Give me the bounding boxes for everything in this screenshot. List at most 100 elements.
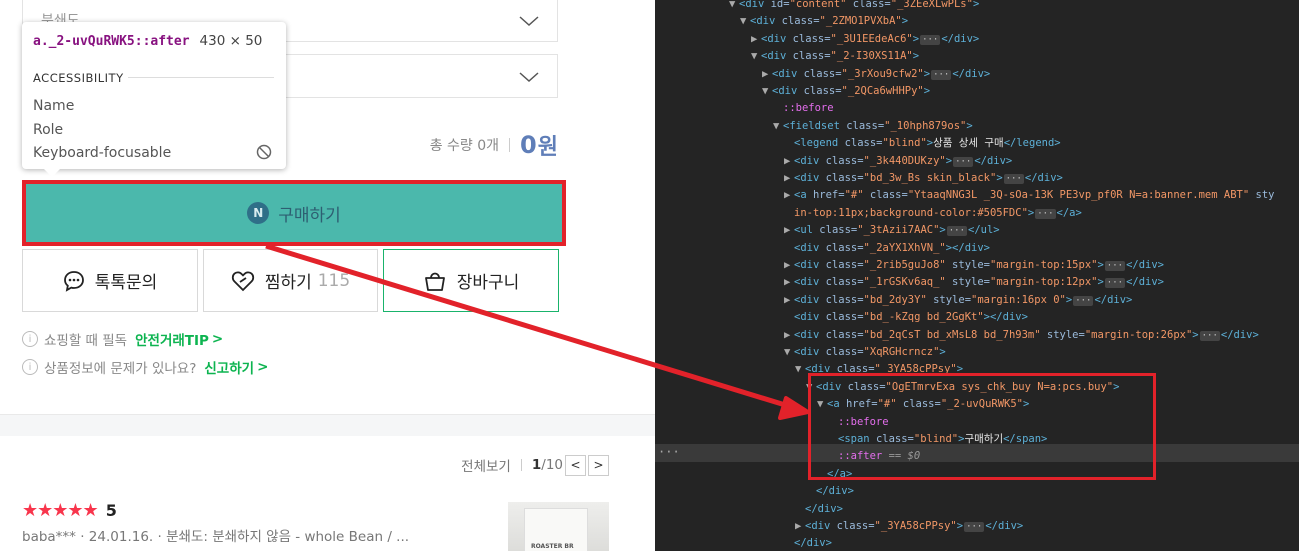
collapsed-children-icon[interactable]: ··· [1104, 278, 1126, 289]
tooltip-selector: a._2-uvQuRWK5::after [33, 34, 190, 49]
dom-token: > [923, 67, 931, 80]
view-all-link[interactable]: 전체보기 [461, 455, 511, 475]
dom-node-line[interactable]: <div class="_2aYX1XhVN_"></div> [784, 240, 990, 257]
expanded-triangle-icon[interactable]: ▼ [784, 344, 794, 361]
dom-node-line[interactable]: ▶ <div class="bd_3w_Bs skin_black"> ··· </d… [784, 170, 1063, 187]
total-pages: /10 [541, 457, 563, 473]
dom-node-line[interactable]: ▼ <div class="_2ZMO1PVXbA"> [740, 13, 908, 30]
dom-token: "margin-top:12px" [990, 276, 1098, 289]
expanded-triangle-icon[interactable]: ▼ [729, 0, 739, 13]
node-actions-icon[interactable]: ··· [658, 445, 680, 459]
dom-token: </div> [1126, 276, 1164, 289]
dom-token: "_2-I30XS11A" [830, 50, 913, 63]
chevron-right-icon: > [257, 359, 269, 375]
expanded-triangle-icon[interactable]: ▼ [795, 361, 805, 378]
dom-token: > [972, 0, 980, 10]
dom-token: class= [825, 311, 864, 324]
dom-node-line[interactable]: in-top:11px;background-color:#505FDC"> ··… [784, 205, 1082, 222]
dom-token: </div> [974, 154, 1013, 167]
collapsed-children-icon[interactable]: ··· [1104, 261, 1126, 271]
dom-node-line[interactable]: ▶ <div class="_3rXou9cfw2"> ··· </div> [762, 66, 990, 83]
dom-node-line[interactable]: </div> [784, 535, 832, 551]
dom-node-line[interactable]: ▼ <div class="XqRGHcrncz"> [784, 344, 946, 361]
collapsed-children-icon[interactable]: ··· [1035, 208, 1056, 219]
dom-node-line[interactable]: ▶ <div class="_3YA58cPPsy"> ··· </div> [795, 518, 1023, 535]
dom-token: "bd_3w_Bs skin_black" [863, 172, 997, 184]
talktalk-inquiry-button[interactable]: 톡톡문의 [22, 249, 198, 312]
collapsed-children-icon[interactable]: ··· [946, 226, 968, 237]
collapsed-children-icon[interactable]: ··· [1003, 174, 1024, 184]
divider [509, 138, 511, 152]
buy-button-label: 구매하기 [278, 205, 341, 226]
buy-button[interactable]: N 구매하기 [26, 184, 562, 242]
expanded-triangle-icon[interactable]: ▼ [751, 48, 761, 65]
cart-button[interactable]: 장바구니 [383, 249, 559, 312]
next-page-button[interactable]: > [588, 454, 609, 476]
dom-token: class= [863, 189, 908, 202]
collapsed-triangle-icon[interactable]: ▶ [784, 292, 794, 309]
dom-node-line[interactable]: ▼ <fieldset class="_10hph879os"> [773, 118, 973, 135]
wishlist-count: 115 [317, 270, 351, 291]
dom-node-line[interactable]: </div> [806, 483, 854, 500]
dom-node-line[interactable]: ▶ <div class="bd_2qCsT bd_xMsL8 bd_7h93m"… [784, 327, 1259, 344]
expanded-triangle-icon[interactable]: ▼ [740, 13, 750, 30]
dom-token: > [1097, 276, 1104, 289]
review-photo[interactable]: ROASTER BR [508, 502, 609, 551]
dom-node-line[interactable]: ▶ <div class="_3U1EEdeAc6"> ··· </div> [751, 31, 979, 48]
dom-node-line[interactable]: ▶ <a href="#" class="YtaaqNNG3L _3Q-sOa-1… [784, 187, 1274, 204]
dom-node-line[interactable]: ▶ <div class="_3k440DUKzy"> ··· </div> [784, 153, 1012, 170]
collapsed-triangle-icon[interactable]: ▶ [784, 327, 794, 344]
collapsed-triangle-icon[interactable]: ▶ [751, 31, 761, 48]
dom-node-line[interactable]: ::before [773, 100, 834, 117]
price-unit: 원 [537, 135, 558, 160]
divider [520, 459, 522, 471]
collapsed-children-icon[interactable]: ··· [920, 34, 941, 45]
total-price: 0 [520, 131, 537, 159]
collapsed-triangle-icon[interactable]: ▶ [784, 257, 794, 274]
divider [128, 77, 274, 78]
dom-token: class= [825, 241, 864, 254]
expanded-triangle-icon[interactable]: ▼ [773, 118, 783, 135]
collapsed-children-icon[interactable]: ··· [953, 156, 974, 167]
safe-trade-tip-link[interactable]: 안전거래TIP [135, 329, 209, 349]
dom-node-line[interactable]: ▶ <div class="_2rib5guJo8" style="margin-… [784, 257, 1164, 274]
collapsed-triangle-icon[interactable]: ▶ [784, 170, 794, 187]
collapsed-triangle-icon[interactable]: ▶ [784, 187, 794, 204]
dom-node-line[interactable]: <div class="bd_-kZqg bd_2GgKt"></div> [784, 309, 1028, 326]
dom-token: "XqRGHcrncz" [863, 346, 940, 358]
dom-token: <div [794, 293, 826, 306]
collapsed-children-icon[interactable]: ··· [1199, 330, 1220, 341]
expanded-triangle-icon[interactable]: ▼ [762, 83, 772, 100]
dom-node-line[interactable]: <legend class="blind">상품 상세 구매</legend> [784, 135, 1061, 152]
collapsed-children-icon[interactable]: ··· [931, 69, 952, 80]
dom-node-line[interactable]: ▶ <ul class="_3tAzii7AAC"> ··· </ul> [784, 222, 1000, 239]
heart-icon [231, 270, 254, 291]
info-icon: i [22, 331, 38, 347]
dom-token: <div [794, 328, 826, 341]
dom-token: </div> [952, 67, 991, 80]
dom-node-line[interactable]: ▶ <div class="_1rGSKv6aq_" style="margin-… [784, 274, 1164, 291]
dom-node-line[interactable]: </div> [795, 501, 843, 518]
dom-token: <div [794, 346, 826, 358]
dom-token: href= [812, 189, 845, 202]
dom-token: "_2rib5guJo8" [863, 259, 946, 271]
prev-page-button[interactable]: < [565, 454, 586, 476]
dom-node-line[interactable]: ▼ <div class="_2QCa6wHHPy"> [762, 83, 930, 100]
collapsed-triangle-icon[interactable]: ▶ [784, 274, 794, 291]
dom-token: class= [781, 15, 820, 28]
dom-token: style= [945, 259, 990, 271]
collapsed-children-icon[interactable]: ··· [964, 522, 985, 532]
dom-token: "margin:16px 0" [971, 293, 1066, 306]
report-link[interactable]: 신고하기 [204, 357, 254, 377]
collapsed-triangle-icon[interactable]: ▶ [795, 518, 805, 535]
dom-token: <div [761, 32, 793, 45]
dom-node-line[interactable]: ▼ <div id="content" class="_3ZEeXLwPLs"> [729, 0, 979, 13]
collapsed-triangle-icon[interactable]: ▶ [762, 66, 772, 83]
dom-node-line[interactable]: ▶ <div class="bd_2dy3Y" style="margin:16p… [784, 292, 1132, 309]
dom-token: class= [846, 119, 885, 132]
collapsed-triangle-icon[interactable]: ▶ [784, 153, 794, 170]
dom-node-line[interactable]: ▼ <div class="_2-I30XS11A"> [751, 48, 919, 65]
wishlist-button[interactable]: 찜하기 115 [203, 249, 378, 312]
collapsed-children-icon[interactable]: ··· [1073, 295, 1094, 306]
collapsed-triangle-icon[interactable]: ▶ [784, 222, 794, 239]
